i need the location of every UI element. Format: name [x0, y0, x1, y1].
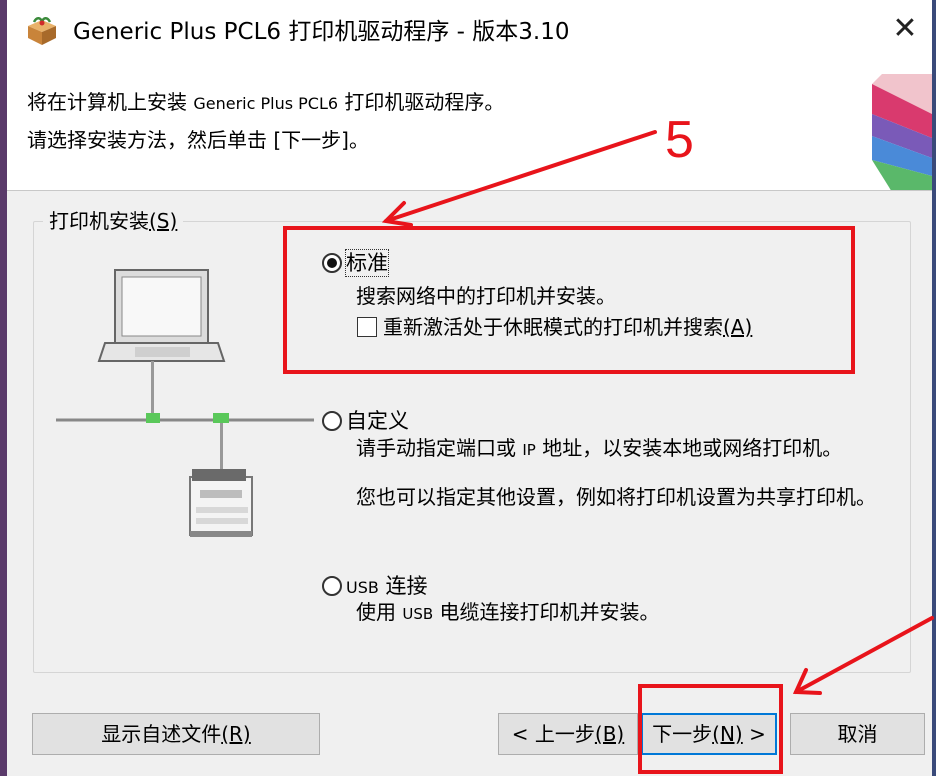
back-button[interactable]: < 上一步(B) [498, 713, 638, 755]
annotation-highlight-standard [283, 226, 855, 374]
installer-box-icon [25, 16, 59, 46]
radio-usb-indicator[interactable] [322, 576, 342, 596]
usb-description: 使用 USB 电缆连接打印机并安装。 [356, 600, 660, 624]
cancel-button[interactable]: 取消 [790, 713, 925, 755]
installer-window: Generic Plus PCL6 打印机驱动程序 - 版本3.10 ✕ 将在计… [0, 0, 936, 776]
radio-custom-indicator[interactable] [322, 411, 342, 431]
custom-description-2: 您也可以指定其他设置，例如将打印机设置为共享打印机。 [356, 485, 876, 509]
close-button[interactable]: ✕ [878, 6, 932, 52]
instruction-line-2: 请选择安装方法，然后单击 [下一步]。 [27, 128, 369, 152]
printer-install-group-label: 打印机安装(S) [43, 207, 184, 235]
radio-custom-label: 自定义 [346, 409, 409, 433]
header-banner-graphic [872, 74, 932, 192]
window-title: Generic Plus PCL6 打印机驱动程序 - 版本3.10 [73, 19, 570, 45]
show-readme-button[interactable]: 显示自述文件(R) [32, 713, 320, 755]
custom-description: 请手动指定端口或 IP 地址，以安装本地或网络打印机。 [356, 436, 843, 460]
instruction-header: 将在计算机上安装 Generic Plus PCL6 打印机驱动程序。 请选择安… [7, 74, 932, 192]
title-bar: Generic Plus PCL6 打印机驱动程序 - 版本3.10 ✕ [7, 0, 932, 84]
annotation-step-number: 5 [665, 111, 694, 169]
radio-custom[interactable]: 自定义 [322, 408, 409, 434]
instruction-line-1: 将在计算机上安装 Generic Plus PCL6 打印机驱动程序。 [27, 90, 505, 114]
annotation-highlight-next [638, 684, 783, 774]
close-icon: ✕ [892, 11, 918, 46]
radio-usb-label: USB 连接 [346, 574, 428, 598]
radio-usb[interactable]: USB 连接 [322, 573, 428, 601]
window-left-edge [0, 0, 7, 776]
network-printer-illustration [56, 269, 314, 537]
window-right-edge [932, 0, 936, 776]
